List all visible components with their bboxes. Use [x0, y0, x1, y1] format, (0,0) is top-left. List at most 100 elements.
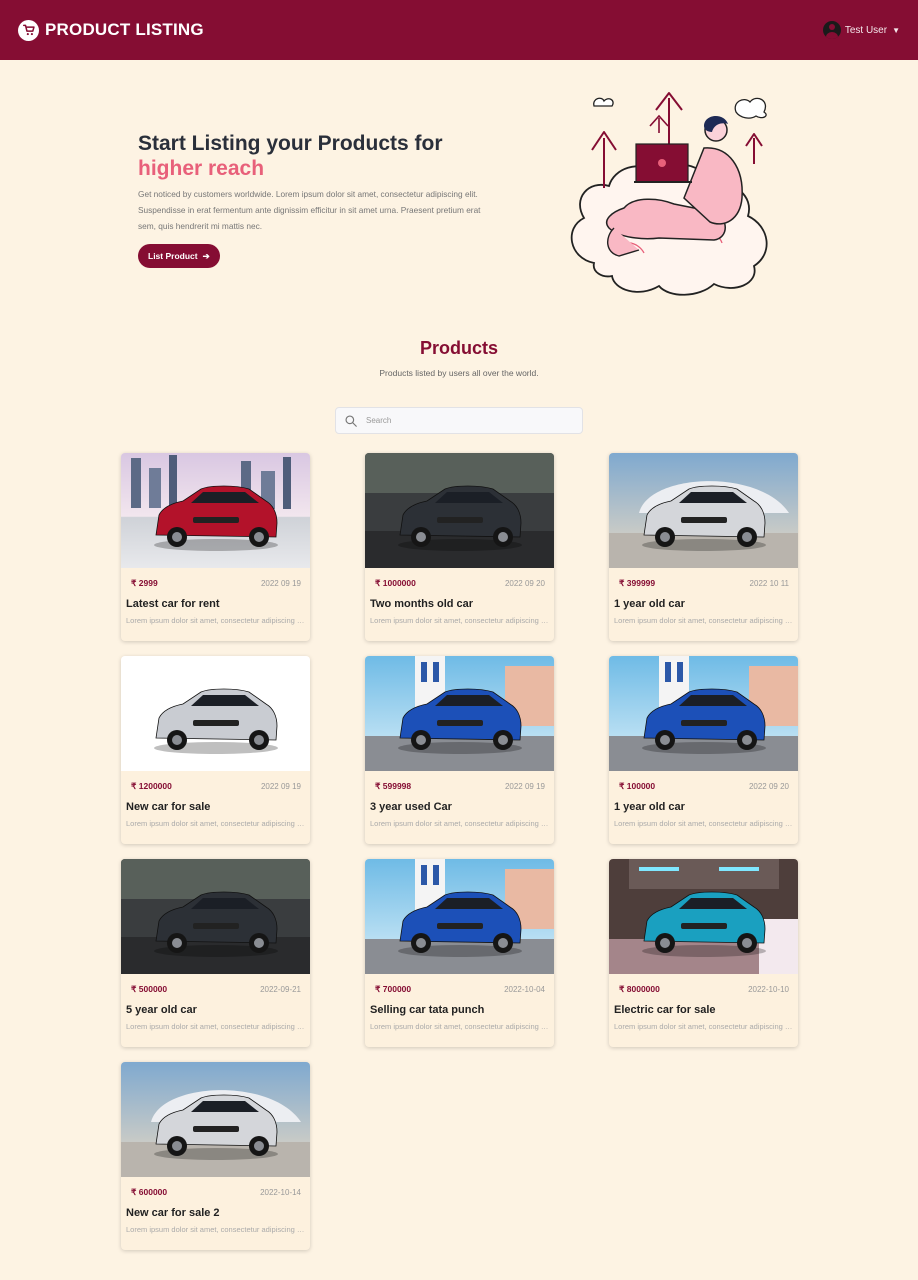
hero-illustration	[570, 92, 768, 296]
search-input[interactable]	[366, 416, 566, 425]
search-box[interactable]	[335, 407, 583, 434]
hero-description: Get noticed by customers worldwide. Lore…	[138, 189, 481, 231]
product-image	[121, 859, 310, 974]
products-subtitle: Products listed by users all over the wo…	[379, 368, 539, 378]
product-date: 2022-10-14	[260, 1188, 301, 1197]
car-image	[365, 859, 554, 974]
product-card[interactable]: ₹ 8000000 2022-10-10 Electric car for sale…	[609, 859, 798, 1047]
product-description: Lorem ipsum dolor sit amet, consectetur …	[126, 1022, 305, 1031]
card-body: ₹ 500000 2022-09-21 5 year old car Lorem ip…	[121, 974, 310, 1031]
user-name: Test User	[844, 24, 888, 36]
search-icon	[345, 414, 357, 427]
product-price: ₹ 600000	[131, 1187, 168, 1197]
card-body: ₹ 1000000 2022 09 20 Two months old car Lor…	[365, 568, 554, 625]
car-image	[365, 453, 554, 568]
product-date: 2022-10-04	[504, 985, 545, 994]
car-image	[121, 453, 310, 568]
product-description: Lorem ipsum dolor sit amet, consectetur …	[370, 819, 549, 828]
product-card[interactable]: ₹ 500000 2022-09-21 5 year old car Lorem ip…	[121, 859, 310, 1047]
product-image	[609, 656, 798, 771]
car-image	[365, 656, 554, 771]
card-meta: ₹ 599998 2022 09 19	[370, 781, 549, 792]
product-price: ₹ 500000	[131, 984, 168, 994]
product-card[interactable]: ₹ 399999 2022 10 11 1 year old car Lorem ip…	[609, 453, 798, 641]
car-image	[609, 656, 798, 771]
card-body: ₹ 1200000 2022 09 19 New car for sale Lorem…	[121, 771, 310, 828]
cart-icon	[18, 19, 39, 41]
card-meta: ₹ 2999 2022 09 19	[126, 578, 305, 589]
car-image	[121, 656, 310, 771]
navbar: PRODUCT LISTING Test User ▼	[0, 0, 918, 60]
product-image	[121, 656, 310, 771]
card-body: ₹ 8000000 2022-10-10 Electric car for sale…	[609, 974, 798, 1031]
brand-title: PRODUCT LISTING	[45, 20, 204, 39]
car-image	[609, 859, 798, 974]
card-meta: ₹ 100000 2022 09 20	[614, 781, 793, 792]
user-menu[interactable]: Test User ▼	[822, 21, 900, 39]
card-meta: ₹ 600000 2022-10-14	[126, 1187, 305, 1198]
product-card[interactable]: ₹ 2999 2022 09 19 Latest car for rent Lorem…	[121, 453, 310, 641]
product-description: Lorem ipsum dolor sit amet, consectetur …	[126, 819, 305, 828]
products-heading: Products	[419, 338, 498, 358]
brand[interactable]: PRODUCT LISTING	[18, 19, 204, 41]
card-body: ₹ 599998 2022 09 19 3 year used Car Lorem i…	[365, 771, 554, 828]
product-date: 2022 09 19	[260, 782, 301, 791]
product-image	[609, 859, 798, 974]
card-meta: ₹ 700000 2022-10-04	[370, 984, 549, 995]
product-image	[365, 859, 554, 974]
product-title: Electric car for sale	[614, 1004, 716, 1016]
hero: Start Listing your Products for higher r…	[138, 131, 488, 268]
product-description: Lorem ipsum dolor sit amet, consectetur …	[614, 819, 793, 828]
user-avatar-icon	[822, 21, 841, 39]
product-description: Lorem ipsum dolor sit amet, consectetur …	[370, 616, 549, 625]
card-body: ₹ 700000 2022-10-04 Selling car tata punch…	[365, 974, 554, 1031]
product-description: Lorem ipsum dolor sit amet, consectetur …	[614, 616, 793, 625]
product-price: ₹ 599998	[375, 781, 412, 791]
product-title: 1 year old car	[614, 801, 685, 813]
product-card[interactable]: ₹ 100000 2022 09 20 1 year old car Lorem ip…	[609, 656, 798, 844]
list-product-button[interactable]: List Product ➔	[138, 244, 220, 268]
product-price: ₹ 399999	[619, 578, 656, 588]
product-price: ₹ 8000000	[619, 984, 660, 994]
product-date: 2022 10 11	[749, 579, 789, 588]
hero-title: Start Listing your Products for	[138, 132, 443, 155]
product-price: ₹ 700000	[375, 984, 412, 994]
product-date: 2022 09 20	[748, 782, 789, 791]
product-title: 5 year old car	[126, 1004, 197, 1016]
car-image	[121, 859, 310, 974]
car-image	[609, 453, 798, 568]
product-title: Selling car tata punch	[370, 1004, 485, 1016]
card-body: ₹ 2999 2022 09 19 Latest car for rent Lorem…	[121, 568, 310, 625]
product-image	[365, 656, 554, 771]
product-title: 1 year old car	[614, 598, 685, 610]
product-card[interactable]: ₹ 700000 2022-10-04 Selling car tata punch…	[365, 859, 554, 1047]
product-price: ₹ 2999	[131, 578, 158, 588]
product-description: Lorem ipsum dolor sit amet, consectetur …	[126, 616, 305, 625]
chevron-down-icon: ▼	[892, 25, 900, 35]
card-meta: ₹ 399999 2022 10 11	[614, 578, 793, 589]
product-card[interactable]: ₹ 600000 2022-10-14 New car for sale 2 Lore…	[121, 1062, 310, 1250]
product-title: 3 year used Car	[370, 801, 452, 813]
product-image	[121, 453, 310, 568]
card-body: ₹ 100000 2022 09 20 1 year old car Lorem ip…	[609, 771, 798, 828]
product-image	[609, 453, 798, 568]
product-price: ₹ 1200000	[131, 781, 172, 791]
arrow-right-icon: ➔	[202, 250, 210, 261]
card-meta: ₹ 1200000 2022 09 19	[126, 781, 305, 792]
list-product-label: List Product	[148, 251, 198, 261]
product-card[interactable]: ₹ 1000000 2022 09 20 Two months old car Lor…	[365, 453, 554, 641]
product-card[interactable]: ₹ 599998 2022 09 19 3 year used Car Lorem i…	[365, 656, 554, 844]
product-date: 2022 09 19	[504, 782, 545, 791]
product-date: 2022 09 19	[260, 579, 301, 588]
card-meta: ₹ 1000000 2022 09 20	[370, 578, 549, 589]
card-body: ₹ 600000 2022-10-14 New car for sale 2 Lore…	[121, 1177, 310, 1234]
product-image	[365, 453, 554, 568]
product-date: 2022-10-10	[748, 985, 789, 994]
product-date: 2022 09 20	[504, 579, 545, 588]
product-title: Latest car for rent	[126, 598, 220, 610]
product-description: Lorem ipsum dolor sit amet, consectetur …	[614, 1022, 793, 1031]
product-title: New car for sale 2	[126, 1207, 220, 1219]
product-card[interactable]: ₹ 1200000 2022 09 19 New car for sale Lorem…	[121, 656, 310, 844]
car-image	[121, 1062, 310, 1177]
card-meta: ₹ 500000 2022-09-21	[126, 984, 305, 995]
